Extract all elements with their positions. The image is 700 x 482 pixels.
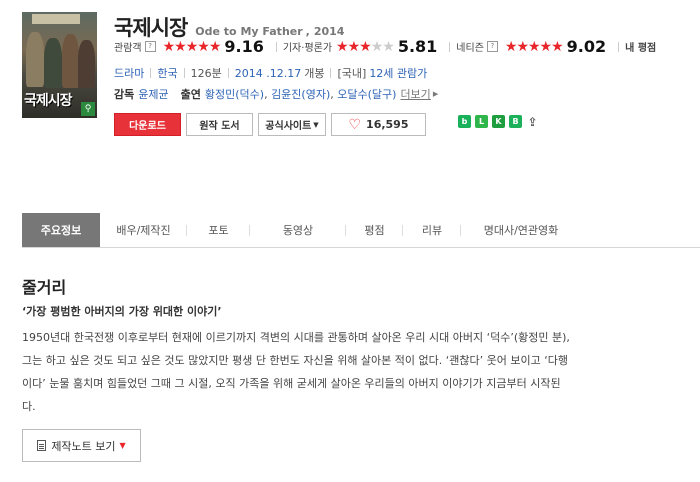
divider — [618, 41, 620, 52]
chevron-right-icon: ▶ — [432, 90, 439, 98]
like-button[interactable]: ♡ 16,595 — [331, 113, 426, 136]
tab-label: 리뷰 — [421, 224, 443, 237]
share-icon[interactable]: ⇪ — [526, 115, 539, 129]
divider — [275, 41, 277, 52]
director-label: 감독 — [114, 88, 135, 101]
movie-poster[interactable]: 국제시장 ⚲ — [22, 12, 97, 118]
band-icon[interactable]: B — [509, 115, 522, 128]
tab-quotes-related[interactable]: 명대사/연관영화 — [461, 213, 581, 247]
critic-rating-label: 기자·평론가 — [282, 43, 333, 54]
divider — [449, 41, 451, 52]
tab-label: 포토 — [208, 224, 229, 237]
kakaotalk-icon[interactable]: K — [492, 115, 505, 128]
tab-label: 배우/제작진 — [116, 224, 171, 237]
poster-title: 국제시장 — [24, 93, 73, 109]
official-site-button[interactable]: 공식사이트 ▼ — [258, 113, 326, 136]
blog-icon[interactable]: b — [458, 115, 471, 128]
audience-rating: 관람객 ? ★★★★ ★ 9.16 — [114, 37, 270, 56]
my-rating-label[interactable]: 내 평점 — [625, 39, 656, 54]
poster-figure — [78, 40, 95, 88]
tab-main-info[interactable]: 주요정보 — [22, 213, 100, 247]
line-icon[interactable]: L — [475, 115, 488, 128]
more-credits-link[interactable]: 더보기 — [400, 86, 430, 102]
divider — [183, 68, 185, 78]
netizen-score: 9.02 — [566, 37, 607, 56]
action-buttons: 다운로드 원작 도서 공식사이트 ▼ ♡ 16,595 — [114, 113, 431, 136]
caret-down-icon: ▼ — [119, 441, 126, 450]
original-book-button[interactable]: 원작 도서 — [186, 113, 253, 136]
tab-videos[interactable]: 동영상 — [250, 213, 346, 247]
movie-meta: 드라마 한국 126분 2014 .12.17 개봉 [국내] 12세 관람가 — [114, 65, 427, 81]
tab-photos[interactable]: 포토 — [187, 213, 250, 247]
cast-link[interactable]: 황정민(덕수) — [205, 86, 264, 102]
critic-rating: 기자·평론가 ★★★ ★★ 5.81 — [283, 37, 443, 56]
heart-icon: ♡ — [348, 116, 362, 133]
poster-figure — [44, 38, 62, 88]
synopsis-text: 1950년대 한국전쟁 이후로부터 현재에 이르기까지 격변의 시대를 관통하며… — [22, 326, 652, 418]
synopsis-line: 이다’ 눈물 훔치며 힘들었던 그때 그 시절, 오직 가족을 위해 굳세게 살… — [22, 377, 561, 390]
synopsis-line: 다. — [22, 400, 36, 413]
poster-sign — [32, 14, 80, 24]
audience-rating-label: 관람객 — [114, 43, 142, 54]
tab-cast-crew[interactable]: 배우/제작진 — [100, 213, 187, 247]
content-tabs: 주요정보 배우/제작진 포토 동영상 평점 리뷰 명대사/연관영화 — [22, 213, 700, 248]
release-suffix: 개봉 — [304, 67, 325, 80]
director-link[interactable]: 윤제균 — [138, 86, 168, 102]
cast-link[interactable]: 김윤진(영자) — [271, 86, 330, 102]
my-rating[interactable]: 내 평점 — [625, 39, 656, 54]
production-notes-label: 제작노트 보기 — [51, 439, 116, 453]
cast-label: 출연 — [180, 88, 201, 101]
share-icons: b L K B ⇪ — [458, 115, 543, 129]
netizen-rating-label: 네티즌 — [456, 43, 484, 54]
tab-reviews[interactable]: 리뷰 — [403, 213, 461, 247]
critic-stars: ★★★ ★★ — [336, 38, 395, 55]
audience-score: 9.16 — [224, 37, 264, 56]
tab-label: 동영상 — [282, 224, 314, 237]
ratings-row: 관람객 ? ★★★★ ★ 9.16 기자·평론가 ★★★ ★★ 5.81 네티즌 ?… — [114, 37, 656, 56]
audience-stars: ★★★★ ★ — [162, 38, 222, 55]
divider — [150, 68, 152, 78]
release-date-link[interactable]: 2014 .12.17 — [235, 67, 301, 80]
divider — [330, 68, 332, 78]
help-icon[interactable]: ? — [144, 41, 156, 52]
country-link[interactable]: 한국 — [157, 65, 177, 81]
like-count: 16,595 — [366, 118, 409, 131]
zoom-icon[interactable]: ⚲ — [81, 102, 95, 116]
netizen-rating: 네티즌 ? ★★★★ ★ 9.02 — [456, 37, 612, 56]
poster-figure — [62, 34, 79, 88]
cast-link[interactable]: 오달수(달구) — [337, 86, 396, 102]
synopsis-tagline: ‘가장 평범한 아버지의 가장 위대한 이야기’ — [22, 305, 222, 318]
tab-label: 평점 — [364, 224, 385, 237]
synopsis-heading: 줄거리 — [22, 278, 67, 297]
download-button[interactable]: 다운로드 — [114, 113, 181, 136]
official-site-label: 공식사이트 — [265, 121, 312, 132]
critic-score: 5.81 — [397, 37, 438, 56]
production-notes-button[interactable]: 제작노트 보기 ▼ — [22, 429, 141, 462]
poster-figure — [26, 32, 44, 87]
caret-down-icon: ▼ — [313, 120, 319, 129]
synopsis-line: 그는 하고 싶은 것도 되고 싶은 것도 많았지만 평생 단 한번도 자신을 위… — [22, 354, 568, 367]
netizen-stars: ★★★★ ★ — [504, 38, 564, 55]
genre-link[interactable]: 드라마 — [114, 65, 144, 81]
tab-label: 명대사/연관영화 — [483, 224, 559, 237]
synopsis-line: 1950년대 한국전쟁 이후로부터 현재에 이르기까지 격변의 시대를 관통하며… — [22, 331, 570, 344]
divider — [227, 68, 229, 78]
runtime: 126분 — [190, 67, 222, 80]
help-icon[interactable]: ? — [486, 41, 498, 52]
tab-label: 주요정보 — [40, 224, 82, 237]
rating-region: [국내] — [337, 67, 367, 80]
document-icon — [37, 440, 47, 451]
credits-row: 감독 윤제균 출연 황정민(덕수), 김윤진(영자), 오달수(달구) 더보기 … — [114, 86, 439, 102]
age-rating-link[interactable]: 12세 관람가 — [369, 65, 427, 81]
tab-ratings[interactable]: 평점 — [346, 213, 403, 247]
